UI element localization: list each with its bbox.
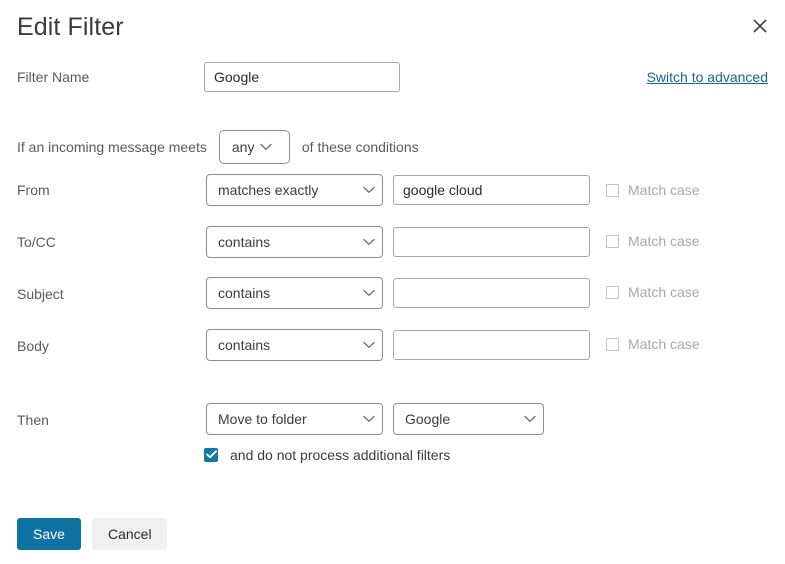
- condition-operator-value-from: matches exactly: [218, 182, 319, 198]
- condition-operator-value-subject: contains: [218, 285, 271, 301]
- condition-label-body: Body: [17, 338, 49, 354]
- page-title: Edit Filter: [17, 13, 124, 41]
- condition-value-input-tocc[interactable]: [393, 227, 590, 257]
- action-type-select[interactable]: Move to folder: [206, 403, 383, 435]
- match-case-body[interactable]: Match case: [606, 335, 700, 353]
- chevron-down-icon: [356, 186, 382, 194]
- condition-label-tocc: To/CC: [17, 234, 56, 250]
- match-case-from[interactable]: Match case: [606, 181, 700, 199]
- edit-filter-dialog: Edit Filter Filter Name Switch to advanc…: [0, 0, 785, 564]
- match-case-label-subject: Match case: [628, 284, 700, 300]
- condition-value-input-from[interactable]: [393, 175, 590, 205]
- target-folder-select[interactable]: Google: [393, 403, 544, 435]
- switch-to-advanced-link[interactable]: Switch to advanced: [647, 67, 768, 87]
- condition-operator-select-from[interactable]: matches exactly: [206, 174, 383, 206]
- checkmark-icon: [205, 446, 217, 464]
- filter-name-label: Filter Name: [17, 69, 90, 85]
- condition-value-input-body[interactable]: [393, 330, 590, 360]
- match-case-checkbox-tocc[interactable]: [606, 234, 619, 248]
- match-mode-select[interactable]: any: [218, 130, 290, 164]
- match-case-subject[interactable]: Match case: [606, 283, 700, 301]
- close-icon: [751, 17, 769, 35]
- conditions-sentence-prefix: If an incoming message meets: [17, 139, 207, 155]
- match-case-label-body: Match case: [628, 336, 700, 352]
- condition-operator-select-subject[interactable]: contains: [206, 277, 383, 309]
- condition-label-from: From: [17, 182, 50, 198]
- match-mode-value: any: [231, 139, 255, 155]
- match-case-label-from: Match case: [628, 182, 700, 198]
- cancel-button[interactable]: Cancel: [92, 518, 167, 550]
- filter-name-input[interactable]: [204, 62, 400, 92]
- chevron-down-icon: [356, 415, 382, 423]
- match-case-tocc[interactable]: Match case: [606, 232, 700, 250]
- chevron-down-icon: [356, 289, 382, 297]
- condition-operator-select-tocc[interactable]: contains: [206, 226, 383, 258]
- stop-processing-checkbox[interactable]: [204, 448, 218, 462]
- condition-operator-select-body[interactable]: contains: [206, 329, 383, 361]
- condition-label-subject: Subject: [17, 286, 64, 302]
- match-case-checkbox-from[interactable]: [606, 183, 619, 197]
- condition-operator-value-tocc: contains: [218, 234, 271, 250]
- save-button[interactable]: Save: [17, 518, 81, 550]
- chevron-down-icon: [254, 143, 278, 151]
- conditions-sentence-suffix: of these conditions: [301, 139, 419, 155]
- action-type-value: Move to folder: [218, 411, 307, 427]
- close-button[interactable]: [745, 11, 775, 41]
- match-case-checkbox-subject[interactable]: [606, 285, 619, 299]
- stop-processing-label: and do not process additional filters: [230, 447, 451, 463]
- conditions-sentence: If an incoming message meets any of thes…: [17, 130, 419, 164]
- condition-operator-value-body: contains: [218, 337, 271, 353]
- match-case-label-tocc: Match case: [628, 233, 700, 249]
- stop-processing-row[interactable]: and do not process additional filters: [204, 446, 450, 464]
- chevron-down-icon: [356, 238, 382, 246]
- chevron-down-icon: [356, 341, 382, 349]
- match-case-checkbox-body[interactable]: [606, 337, 619, 351]
- target-folder-value: Google: [405, 411, 451, 427]
- condition-value-input-subject[interactable]: [393, 278, 590, 308]
- chevron-down-icon: [517, 415, 543, 423]
- action-label: Then: [17, 412, 49, 428]
